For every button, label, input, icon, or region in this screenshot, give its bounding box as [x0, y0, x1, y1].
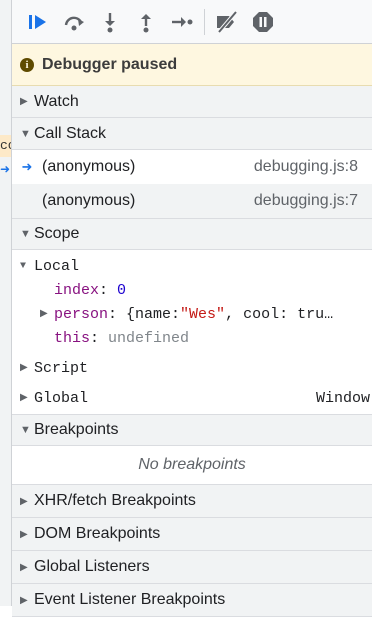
scope-script[interactable]: ▶ Script [12, 356, 372, 380]
triangle-right-icon: ▶ [40, 309, 48, 320]
step-into-icon [105, 12, 115, 32]
var-name: person [54, 305, 109, 323]
section-dom-label: DOM Breakpoints [34, 525, 161, 542]
section-xhr-breakpoints[interactable]: ▶ XHR/fetch Breakpoints [12, 485, 372, 518]
triangle-right-icon: ▶ [20, 96, 28, 107]
editor-fragment: co [0, 135, 11, 157]
step-over-button[interactable] [56, 4, 92, 40]
resume-icon [29, 14, 46, 29]
deactivate-breakpoints-button[interactable] [209, 4, 245, 40]
debugger-toolbar [12, 0, 372, 44]
scope-global-value: Window [315, 389, 370, 407]
triangle-right-icon: ▶ [20, 561, 28, 573]
no-breakpoints-message: No breakpoints [12, 446, 372, 485]
call-frame-location[interactable]: debugging.js:7 [254, 192, 358, 210]
section-breakpoints-label: Breakpoints [34, 421, 119, 438]
call-frame-row[interactable]: ➜ (anonymous) debugging.js:8 [12, 150, 372, 184]
step-over-icon [64, 16, 84, 30]
editor-edge [0, 0, 12, 606]
scope-tree: ▼ Local index: 0 ▶ person: {name: "Wes", … [12, 250, 372, 414]
scope-global[interactable]: ▶ Global Window [12, 386, 372, 410]
call-frame-function: (anonymous) [42, 158, 136, 175]
scope-script-label: Script [34, 359, 89, 377]
triangle-down-icon: ▼ [20, 424, 31, 436]
debugger-sidebar: i Debugger paused ▶ Watch ▼ Call Stack ➜… [12, 0, 372, 617]
execution-line-marker: ➜ [0, 162, 11, 176]
section-call-stack[interactable]: ▼ Call Stack [12, 118, 372, 150]
scope-global-label: Global [34, 389, 89, 407]
paused-text: Debugger paused [42, 55, 178, 73]
call-frame-function: (anonymous) [42, 192, 136, 209]
section-call-stack-label: Call Stack [34, 124, 107, 142]
triangle-right-icon: ▶ [20, 393, 28, 404]
scope-var-person[interactable]: ▶ person: {name: "Wes", cool: tru… [12, 302, 372, 326]
scope-local[interactable]: ▼ Local [12, 254, 372, 278]
call-frame-row[interactable]: (anonymous) debugging.js:7 [12, 184, 372, 218]
section-event-listener-breakpoints[interactable]: ▶ Event Listener Breakpoints [12, 584, 372, 617]
section-global-listeners[interactable]: ▶ Global Listeners [12, 551, 372, 584]
toolbar-separator [204, 8, 205, 35]
var-value: undefined [108, 329, 190, 347]
current-frame-arrow-icon: ➜ [21, 159, 33, 174]
triangle-right-icon: ▶ [20, 594, 28, 606]
triangle-right-icon: ▶ [20, 495, 28, 507]
section-global-listeners-label: Global Listeners [34, 558, 150, 575]
section-scope[interactable]: ▼ Scope [12, 218, 372, 250]
section-watch-label: Watch [34, 92, 79, 110]
pause-on-exceptions-button[interactable] [245, 4, 281, 40]
step-into-button[interactable] [92, 4, 128, 40]
pause-on-exceptions-icon [253, 11, 273, 32]
section-breakpoints[interactable]: ▼ Breakpoints [12, 414, 372, 446]
resume-button[interactable] [20, 4, 56, 40]
triangle-right-icon: ▶ [20, 363, 28, 374]
section-event-listener-label: Event Listener Breakpoints [34, 591, 226, 608]
var-name: index [54, 281, 100, 299]
step-button[interactable] [164, 4, 200, 40]
call-frame-location[interactable]: debugging.js:8 [254, 158, 358, 176]
triangle-down-icon: ▼ [20, 127, 31, 140]
scope-var-index[interactable]: index: 0 [12, 278, 372, 302]
var-name: this [54, 329, 91, 347]
info-icon: i [20, 57, 34, 72]
var-value: 0 [117, 281, 127, 299]
section-dom-breakpoints[interactable]: ▶ DOM Breakpoints [12, 518, 372, 551]
paused-banner: i Debugger paused [12, 44, 372, 86]
section-watch[interactable]: ▶ Watch [12, 86, 372, 118]
triangle-right-icon: ▶ [20, 528, 28, 540]
scope-local-label: Local [34, 257, 80, 275]
step-out-icon [141, 13, 151, 32]
step-icon [172, 16, 193, 27]
triangle-down-icon: ▼ [20, 260, 27, 272]
section-scope-label: Scope [34, 225, 80, 242]
section-xhr-label: XHR/fetch Breakpoints [34, 492, 196, 509]
triangle-down-icon: ▼ [20, 228, 31, 240]
step-out-button[interactable] [128, 4, 164, 40]
deactivate-breakpoints-icon [217, 10, 238, 33]
scope-var-this[interactable]: this: undefined [12, 326, 372, 350]
